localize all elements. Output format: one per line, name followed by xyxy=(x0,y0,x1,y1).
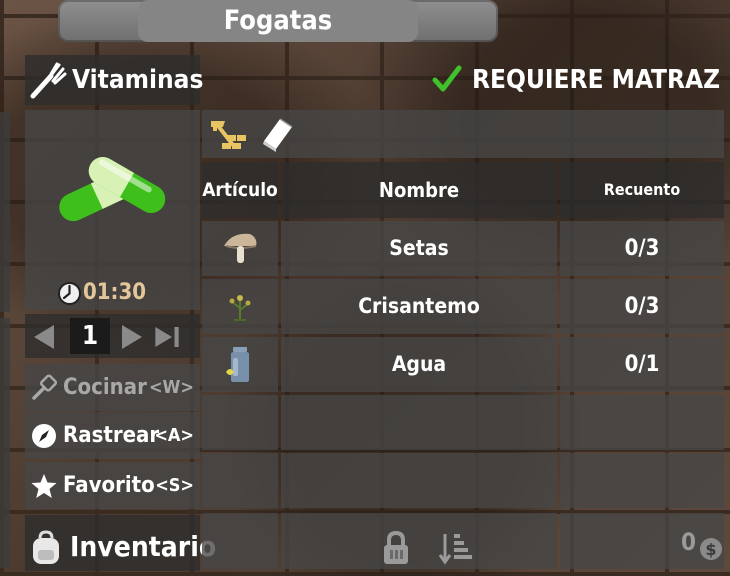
column-header-count: Recuento xyxy=(560,162,724,218)
track-label: Rastrear xyxy=(63,423,160,448)
arrow-max-icon[interactable] xyxy=(152,322,182,352)
table-row-count: 0/3 xyxy=(560,221,724,276)
quantity-value[interactable]: 1 xyxy=(70,318,110,354)
table-row-count: 0/1 xyxy=(560,337,724,392)
window-title: Fogatas xyxy=(223,5,333,36)
track-button[interactable]: Rastrear <A> xyxy=(25,412,200,459)
table-row-count: 0/3 xyxy=(560,279,724,334)
recipe-name: Vitaminas xyxy=(72,65,204,95)
footer-cell xyxy=(202,513,278,569)
workbench-icon xyxy=(211,121,246,149)
lock-icon[interactable] xyxy=(380,530,412,566)
svg-text:$: $ xyxy=(705,540,716,559)
vitamin-pills-icon xyxy=(59,157,166,222)
compass-icon xyxy=(32,424,56,448)
craft-time-value: 01:30 xyxy=(83,280,147,305)
footer-controls xyxy=(281,513,557,569)
table-row-empty xyxy=(281,453,557,508)
favorite-button[interactable]: Favorito <S> xyxy=(25,462,200,509)
money-value: 0 xyxy=(680,528,696,556)
table-row-item xyxy=(202,221,278,276)
water-jar-icon xyxy=(226,347,249,382)
favorite-label: Favorito xyxy=(63,473,155,498)
table-row-empty xyxy=(560,453,724,508)
sort-icon[interactable] xyxy=(438,530,474,566)
edge-tab xyxy=(0,318,10,568)
mushroom-icon xyxy=(224,233,257,263)
column-header-name: Nombre xyxy=(281,162,557,218)
table-row-empty xyxy=(281,395,557,450)
backpack-icon xyxy=(33,530,59,564)
spatula-icon xyxy=(32,374,58,400)
requirement-label: REQUIERE MATRAZ xyxy=(472,65,721,95)
column-header-item: Artículo xyxy=(202,162,278,218)
fork-icon xyxy=(30,62,67,99)
arrow-right-icon[interactable] xyxy=(116,322,146,352)
chrysanthemum-icon xyxy=(229,295,251,321)
track-key: <A> xyxy=(154,425,194,446)
table-row-item xyxy=(202,279,278,334)
table-row-empty xyxy=(560,395,724,450)
edge-tab xyxy=(0,112,10,312)
favorite-key: <S> xyxy=(155,475,194,496)
table-row-name: Agua xyxy=(281,337,557,392)
book-icon xyxy=(263,118,293,152)
table-row-name: Setas xyxy=(281,221,557,276)
checkmark-icon xyxy=(432,65,462,92)
arrow-left-icon[interactable] xyxy=(30,322,60,352)
table-row-empty xyxy=(202,453,278,508)
craft-timer: 01:30 xyxy=(57,278,146,308)
table-row-name: Crisantemo xyxy=(281,279,557,334)
cook-label: Cocinar xyxy=(63,375,147,400)
star-icon xyxy=(31,474,57,498)
cook-button[interactable]: Cocinar <W> xyxy=(25,364,200,411)
cook-key: <W> xyxy=(148,377,194,398)
inventory-label[interactable]: Inventario xyxy=(70,522,216,572)
table-row-empty xyxy=(202,395,278,450)
table-row-item xyxy=(202,337,278,392)
coin-icon: $ xyxy=(700,538,722,560)
